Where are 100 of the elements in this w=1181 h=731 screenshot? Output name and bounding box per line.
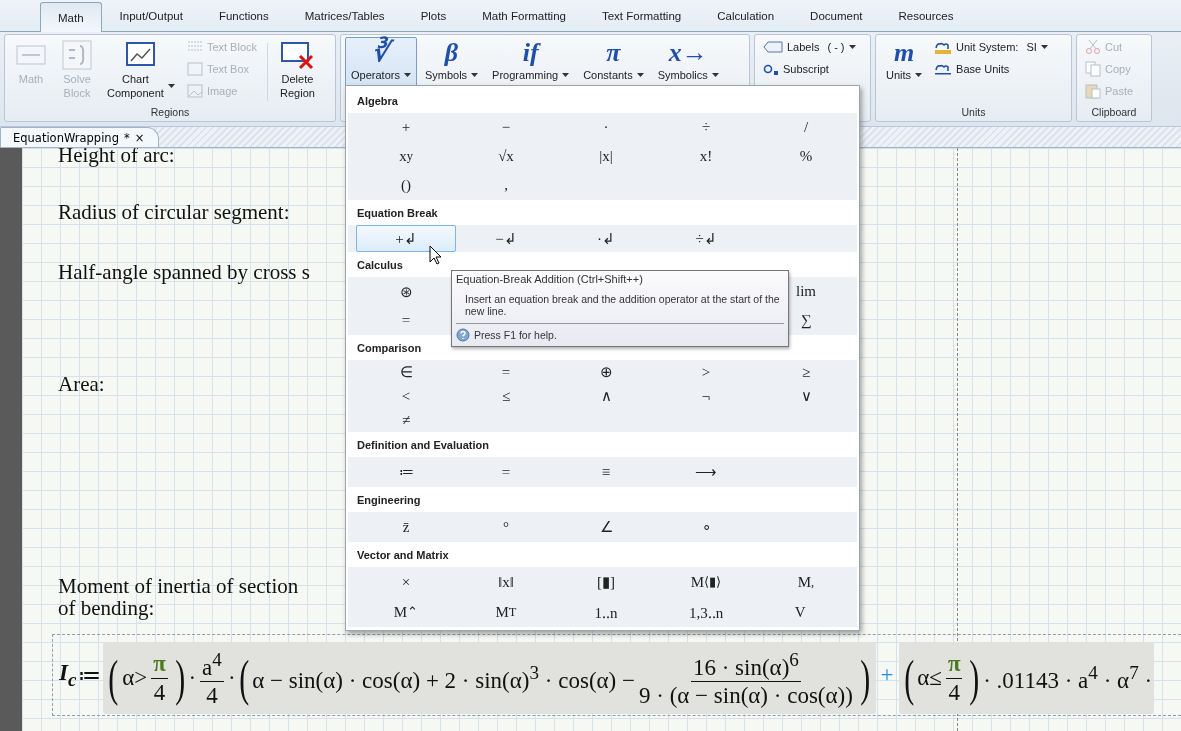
ribbon-tab[interactable]: Calculation: [699, 1, 793, 31]
ribbon-button[interactable]: x→ Symbolics: [651, 37, 725, 103]
fraction: π 4: [945, 649, 963, 707]
operator-item[interactable]: ∈: [356, 360, 456, 384]
copy-icon: [1085, 61, 1101, 77]
section-heading: Definition and Evaluation: [357, 438, 489, 451]
operator-item[interactable]: −: [456, 113, 556, 142]
text-box-icon: [186, 62, 203, 76]
tag-icon: [763, 41, 783, 53]
operator-item[interactable]: +↲: [356, 225, 456, 252]
text-region: Half-angle spanned by cross s: [58, 261, 310, 283]
operator-item[interactable]: z̄: [356, 512, 456, 542]
text-block-icon: [186, 40, 203, 54]
operator-item[interactable]: °: [456, 512, 556, 542]
operator-item[interactable]: ∘: [656, 512, 756, 542]
operator-item[interactable]: ÷↲: [656, 225, 756, 252]
chart-icon: [125, 42, 156, 68]
operator-item[interactable]: ≠: [356, 408, 456, 432]
operator-item[interactable]: √x: [456, 142, 556, 171]
ribbon-button[interactable]: Unit System: SI: [934, 37, 1048, 57]
operator-item[interactable]: ·↲: [556, 225, 656, 252]
math-expression: α>: [122, 665, 148, 691]
section-heading: Equation Break: [357, 206, 438, 219]
operator-item[interactable]: ,: [456, 171, 556, 200]
help-icon: [456, 328, 470, 342]
operator-item[interactable]: ⊕: [556, 360, 656, 384]
ribbon-button[interactable]: Subscript: [763, 59, 856, 79]
operator-item[interactable]: ×: [356, 567, 456, 597]
operator-item[interactable]: ∧: [556, 384, 656, 408]
ribbon-button[interactable]: π Constants: [577, 37, 650, 103]
math-expression: α − sin(α) · cos(α) + 2 · sin(α)$^{3}$ · cos(α) −: [252, 662, 635, 694]
math-expression: ·: [227, 665, 236, 691]
file-tab[interactable]: EquationWrapping * ×: [0, 127, 160, 147]
cursor-icon: [429, 245, 442, 265]
ribbon-tab[interactable]: Input/Output: [101, 1, 201, 31]
math-expression: I$_{c}$: [59, 659, 77, 691]
ribbon-button[interactable]: Base Units: [934, 59, 1048, 79]
operator-item[interactable]: ∠: [556, 512, 656, 542]
plus-operator: +: [880, 662, 894, 688]
operator-item[interactable]: ‖x‖: [456, 567, 556, 597]
section-heading: Engineering: [357, 493, 421, 506]
delete-region-icon: [280, 40, 315, 70]
operator-item[interactable]: ⟶: [656, 457, 756, 487]
operator-item[interactable]: |x|: [556, 142, 656, 171]
operator-item[interactable]: %: [756, 142, 856, 171]
operator-item[interactable]: +: [356, 113, 456, 142]
operator-item[interactable]: <: [356, 384, 456, 408]
math-expression: ·: [188, 665, 197, 691]
operator-item[interactable]: ·: [556, 113, 656, 142]
fraction: a$^{4}$ 4: [200, 645, 224, 711]
math-expression: α≤: [917, 665, 942, 691]
operator-item[interactable]: =: [456, 457, 556, 487]
operator-item[interactable]: ≤: [456, 384, 556, 408]
operator-item[interactable]: (): [356, 171, 456, 200]
ribbon-tab[interactable]: Text Formatting: [583, 1, 700, 31]
ribbon-tab[interactable]: Resources: [880, 1, 972, 31]
operator-item[interactable]: >: [656, 360, 756, 384]
operator-item[interactable]: ∨: [756, 384, 856, 408]
operator-item[interactable]: V⃗: [756, 597, 856, 627]
tooltip-text: Insert an equation break and the addition operator at the start of the new line.: [464, 293, 781, 319]
ribbon-tab[interactable]: Matrices/Tables: [286, 1, 403, 31]
ribbon-button[interactable]: m Units: [880, 37, 929, 103]
paste-icon: [1085, 83, 1101, 99]
operator-item[interactable]: ≔: [356, 457, 456, 487]
ruler-icon: [934, 40, 953, 54]
section-heading: Calculus: [357, 258, 403, 271]
text-region: Radius of circular segment:: [58, 201, 290, 223]
fraction: 16 · sin(α)$^{6}$ 9 · (α − sin(α) · cos(α)): [639, 645, 853, 711]
math-expression: · .01143 · a$^{4}$ · α$^{7}$ ·: [983, 662, 1153, 694]
operator-item[interactable]: ≡: [556, 457, 656, 487]
unit-icon: [934, 62, 953, 76]
operator-item[interactable]: 1‥n: [556, 597, 656, 627]
ribbon-button[interactable]: if Programming: [486, 37, 576, 103]
operator-item[interactable]: =: [456, 360, 556, 384]
ribbon-button[interactable]: Delete Region: [274, 37, 321, 103]
ribbon-tab[interactable]: Math Formatting: [464, 1, 584, 31]
assign-operator: ≔: [78, 661, 102, 689]
ribbon-tab[interactable]: Document: [792, 1, 881, 31]
ribbon-button[interactable]: Chart Component: [101, 37, 181, 103]
operator-item[interactable]: /: [756, 113, 856, 142]
operator-item[interactable]: ÷: [656, 113, 756, 142]
subscript-icon: [763, 62, 779, 76]
ribbon-tab[interactable]: Math: [40, 2, 102, 32]
operator-item[interactable]: x!: [656, 142, 756, 171]
operator-item[interactable]: −↲: [456, 225, 556, 252]
text-region: Height of arc:: [58, 148, 175, 166]
solve-block-icon: [62, 40, 92, 70]
ribbon-tab[interactable]: Functions: [200, 1, 287, 31]
close-icon[interactable]: ×: [134, 130, 145, 145]
image-icon: [186, 84, 203, 98]
operator-item[interactable]: ¬: [656, 384, 756, 408]
fraction: π 4: [151, 649, 168, 707]
operator-item[interactable]: 1,3‥n: [656, 597, 756, 627]
operator-item[interactable]: [▮]: [556, 567, 656, 597]
ribbon-button[interactable]: Labels ( - ): [763, 37, 856, 57]
tooltip-title: Equation-Break Addition (Ctrl+Shift++): [456, 273, 644, 287]
group-label: Regions: [149, 105, 191, 120]
operator-item[interactable]: ≥: [756, 360, 856, 384]
ribbon-tab[interactable]: Plots: [402, 1, 465, 31]
ribbon-button[interactable]: β Symbols: [418, 37, 485, 103]
